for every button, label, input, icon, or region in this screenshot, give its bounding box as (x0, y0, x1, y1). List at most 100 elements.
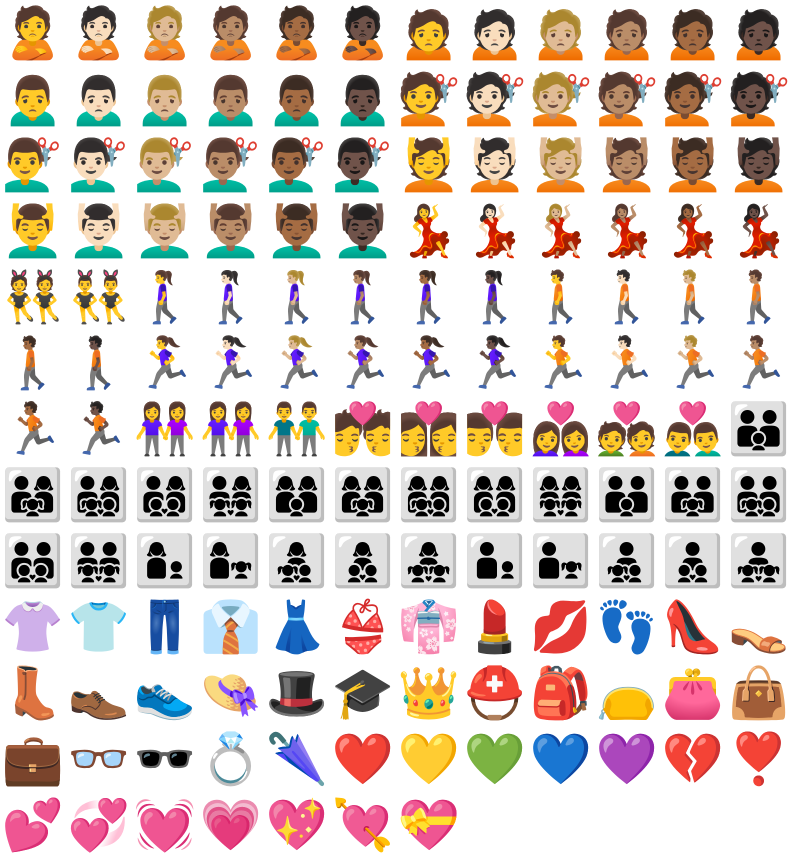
emoji-cell[interactable]: 💆🏻‍♂️ (66, 198, 132, 264)
emoji-cell[interactable]: 💝 (396, 792, 462, 858)
emoji-cell[interactable]: 💓 (132, 792, 198, 858)
emoji-cell[interactable]: 👯 (0, 264, 66, 330)
emoji-cell[interactable]: 🙎🏾 (264, 0, 330, 66)
emoji-cell[interactable]: 💃🏾 (660, 198, 726, 264)
emoji-cell[interactable]: 💆🏻 (462, 132, 528, 198)
emoji-cell[interactable]: 🏃🏿 (66, 396, 132, 462)
emoji-cell[interactable]: 🏃🏿‍♀️ (462, 330, 528, 396)
emoji-cell[interactable]: 🚶🏻 (594, 264, 660, 330)
emoji-cell[interactable]: 💇🏼‍♂️ (132, 132, 198, 198)
emoji-cell[interactable]: 👩‍👩‍👦‍👦 (462, 462, 528, 528)
emoji-cell[interactable]: 👟 (132, 660, 198, 726)
emoji-cell[interactable]: 💘 (330, 792, 396, 858)
emoji-cell[interactable]: 👩‍❤️‍👩 (528, 396, 594, 462)
emoji-cell[interactable]: 💇 (396, 66, 462, 132)
emoji-cell[interactable]: 👩‍👩‍👧 (330, 462, 396, 528)
emoji-cell[interactable]: 👯‍♂️ (66, 264, 132, 330)
emoji-cell[interactable]: 💆🏼 (528, 132, 594, 198)
emoji-cell[interactable]: 👚 (0, 594, 66, 660)
emoji-cell[interactable]: 💃🏿 (726, 198, 792, 264)
emoji-cell[interactable]: 🏃‍♀️ (132, 330, 198, 396)
emoji-cell[interactable]: 👩‍❤️‍💋‍👩 (396, 396, 462, 462)
emoji-cell[interactable]: 👗 (264, 594, 330, 660)
emoji-cell[interactable]: 🏃🏻‍♀️ (198, 330, 264, 396)
emoji-cell[interactable]: 👙 (330, 594, 396, 660)
emoji-cell[interactable]: 🙍🏾‍♂️ (264, 66, 330, 132)
emoji-cell[interactable]: 💼 (0, 726, 66, 792)
emoji-cell[interactable]: 👒 (198, 660, 264, 726)
emoji-cell[interactable]: 🎒 (528, 660, 594, 726)
emoji-cell[interactable]: 👖 (132, 594, 198, 660)
emoji-cell[interactable]: 🚶🏽‍♀️ (330, 264, 396, 330)
emoji-cell[interactable]: 👨‍👨‍👧‍👦 (726, 462, 792, 528)
emoji-cell[interactable]: 💃 (396, 198, 462, 264)
emoji-cell[interactable]: ❣️ (726, 726, 792, 792)
emoji-cell[interactable]: 🙍🏻‍♂️ (66, 66, 132, 132)
emoji-cell[interactable]: 💇🏻‍♂️ (66, 132, 132, 198)
emoji-cell[interactable]: 💞 (66, 792, 132, 858)
emoji-cell[interactable]: 👝 (594, 660, 660, 726)
emoji-cell[interactable]: 👨‍👧‍👧 (726, 528, 792, 594)
emoji-cell[interactable]: 💋 (528, 594, 594, 660)
emoji-cell[interactable]: 💗 (198, 792, 264, 858)
emoji-cell[interactable]: 💍 (198, 726, 264, 792)
emoji-cell[interactable]: 👠 (660, 594, 726, 660)
emoji-cell[interactable]: 🏃🏼 (660, 330, 726, 396)
emoji-cell[interactable]: 👨‍👨‍👧 (660, 462, 726, 528)
emoji-cell[interactable]: 👕 (66, 594, 132, 660)
emoji-cell[interactable]: 💆🏽‍♂️ (198, 198, 264, 264)
emoji-cell[interactable]: ⛑️ (462, 660, 528, 726)
emoji-cell[interactable]: 🚶🏽 (726, 264, 792, 330)
emoji-cell[interactable]: 👭 (198, 396, 264, 462)
emoji-cell[interactable]: 👞 (66, 660, 132, 726)
emoji-cell[interactable]: 🏃🏾 (0, 396, 66, 462)
emoji-cell[interactable]: 💇🏿‍♂️ (330, 132, 396, 198)
emoji-cell[interactable]: 🚶🏼 (660, 264, 726, 330)
emoji-cell[interactable]: 🙎🏻 (66, 0, 132, 66)
emoji-cell[interactable]: 🙍🏾 (660, 0, 726, 66)
emoji-cell[interactable]: 👘 (396, 594, 462, 660)
emoji-cell[interactable]: ❤️ (330, 726, 396, 792)
emoji-cell[interactable]: 💜 (594, 726, 660, 792)
emoji-cell[interactable]: 💃🏽 (594, 198, 660, 264)
emoji-cell[interactable]: 💃🏼 (528, 198, 594, 264)
emoji-cell[interactable]: 💇🏿 (726, 66, 792, 132)
emoji-cell[interactable]: 🏃🏻 (594, 330, 660, 396)
emoji-cell[interactable]: 💕 (0, 792, 66, 858)
emoji-cell[interactable]: 🙍 (396, 0, 462, 66)
emoji-cell[interactable]: 🕶️ (132, 726, 198, 792)
emoji-cell[interactable]: 👔 (198, 594, 264, 660)
emoji-cell[interactable]: 👡 (726, 594, 792, 660)
emoji-cell[interactable]: 🙎🏽 (198, 0, 264, 66)
emoji-cell[interactable]: 👨‍❤️‍💋‍👨 (462, 396, 528, 462)
emoji-cell[interactable]: 💇🏾‍♂️ (264, 132, 330, 198)
emoji-cell[interactable]: 🚶‍♀️ (132, 264, 198, 330)
emoji-cell[interactable]: 🙍🏼 (528, 0, 594, 66)
emoji-cell[interactable]: 💑 (594, 396, 660, 462)
emoji-cell[interactable]: 💇‍♂️ (0, 132, 66, 198)
emoji-cell[interactable]: 💆🏼‍♂️ (132, 198, 198, 264)
emoji-cell[interactable]: 🙍🏽 (594, 0, 660, 66)
emoji-cell[interactable]: 👬 (264, 396, 330, 462)
emoji-cell[interactable]: 🙍🏼‍♂️ (132, 66, 198, 132)
emoji-cell[interactable]: 🚶🏿‍♀️ (462, 264, 528, 330)
emoji-cell[interactable]: 💚 (462, 726, 528, 792)
emoji-cell[interactable]: 💆🏿 (726, 132, 792, 198)
emoji-cell[interactable]: 💇🏽‍♂️ (198, 132, 264, 198)
emoji-cell[interactable]: 👨‍❤️‍👨 (660, 396, 726, 462)
emoji-cell[interactable]: 🏃 (528, 330, 594, 396)
emoji-cell[interactable]: 💖 (264, 792, 330, 858)
emoji-cell[interactable]: 👨‍👧 (528, 528, 594, 594)
emoji-cell[interactable]: 🎓 (330, 660, 396, 726)
emoji-cell[interactable]: 👨‍👦‍👦 (660, 528, 726, 594)
emoji-cell[interactable]: 🏃🏽 (726, 330, 792, 396)
emoji-cell[interactable]: 👩‍👦‍👦 (330, 528, 396, 594)
emoji-cell[interactable]: 👨‍👩‍👦‍👦 (132, 462, 198, 528)
emoji-cell[interactable]: 💇🏼 (528, 66, 594, 132)
emoji-cell[interactable]: 👢 (0, 660, 66, 726)
emoji-cell[interactable]: 👩‍👧‍👧 (396, 528, 462, 594)
emoji-cell[interactable]: 🚶🏾‍♀️ (396, 264, 462, 330)
emoji-cell[interactable]: 🏃🏽‍♀️ (330, 330, 396, 396)
emoji-cell[interactable]: 🚶🏼‍♀️ (264, 264, 330, 330)
emoji-cell[interactable]: 🚶🏾 (0, 330, 66, 396)
